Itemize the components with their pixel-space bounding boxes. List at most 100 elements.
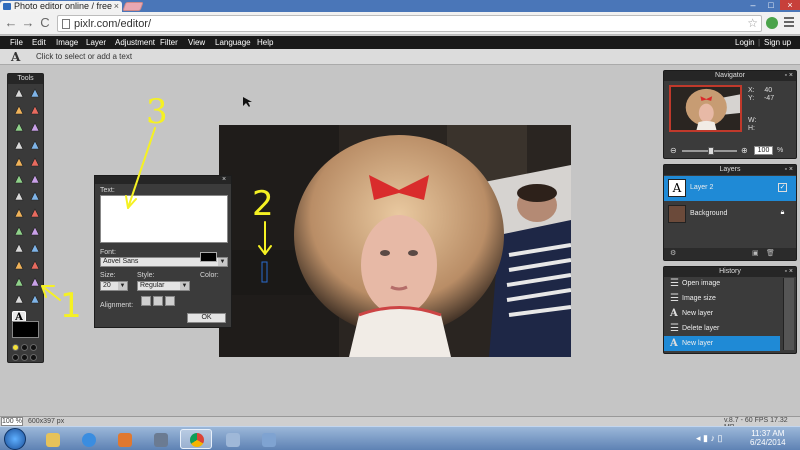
eraser-icon[interactable] [28,139,42,152]
dialog-title-bar[interactable] [95,176,231,184]
taskbar-media[interactable] [108,429,140,449]
image-canvas[interactable] [219,125,571,357]
move-icon[interactable] [28,87,42,100]
annotation-1: 1 [60,286,82,326]
marquee-icon[interactable] [12,104,26,117]
clock[interactable]: 11:37 AM 6/24/2014 [750,429,786,447]
new-tab-button[interactable] [122,2,144,11]
history-item[interactable]: ☰ Image size [664,291,780,306]
color-presets[interactable] [12,342,42,351]
start-button[interactable] [4,428,26,450]
align-right-button[interactable] [165,296,175,306]
burn-icon[interactable] [12,259,26,272]
tray-icons[interactable]: ◂ ▮ ♪ ▯ [696,433,722,444]
menu-language[interactable]: Language [215,38,251,47]
tab-close-icon[interactable]: × [114,1,119,12]
lock-icon[interactable]: 🔒︎ [778,209,787,218]
history-item[interactable]: ☰ Open image [664,276,780,291]
ok-button[interactable]: OK [187,313,226,323]
layer-visibility-checkbox[interactable]: ✓ [778,183,787,192]
history-item-selected[interactable]: A New layer [664,336,780,351]
align-center-button[interactable] [153,296,163,306]
gradient-icon[interactable] [28,156,42,169]
brush-icon[interactable] [12,139,26,152]
bookmark-star-icon[interactable]: ☆ [747,16,758,30]
zoom-slider-knob[interactable] [708,147,714,155]
menu-edit[interactable]: Edit [32,38,46,47]
url-bar[interactable]: pixlr.com/editor/ ☆ [57,15,762,32]
menu-help[interactable]: Help [257,38,273,47]
new-layer-icon[interactable]: ▣ [752,249,759,257]
pinch-icon[interactable] [12,207,26,220]
chrome-menu-icon[interactable] [784,17,794,27]
minimize-button[interactable]: – [744,0,762,10]
text-input[interactable] [100,195,228,243]
close-window-button[interactable]: × [780,0,800,10]
history-scrollbar[interactable] [783,278,794,350]
zoom-out-icon[interactable]: ⊖ [670,146,677,155]
taskbar-chrome[interactable] [180,429,212,449]
zoom-input[interactable]: 100 [754,146,773,155]
menu-image[interactable]: Image [56,38,78,47]
menu-adjustment[interactable]: Adjustment [115,38,155,47]
reload-button[interactable]: C [38,16,52,30]
status-zoom-field[interactable]: 100 % [1,417,23,426]
taskbar-app[interactable] [144,429,176,449]
taskbar-paint[interactable] [252,429,284,449]
color-replace-icon[interactable] [28,173,42,186]
history-item[interactable]: ☰ Delete layer [664,321,780,336]
menu-view[interactable]: View [188,38,205,47]
smudge-icon[interactable] [28,225,42,238]
browser-tab[interactable]: Photo editor online / free × [0,1,122,12]
panel-window-icons[interactable]: ▫ × [784,268,793,275]
crop-icon[interactable] [12,87,26,100]
style-select[interactable]: Regular ▼ [137,281,190,291]
menu-file[interactable]: File [10,38,23,47]
layer-row-layer-2[interactable]: A Layer 2 ✓ [664,176,796,201]
foreground-color-swatch[interactable] [12,321,39,338]
picker-icon[interactable] [28,293,42,306]
zoom-slider[interactable] [682,147,737,155]
panel-window-icons[interactable]: ▫ × [784,166,793,173]
folder-icon [46,433,60,447]
layer-settings-icon[interactable]: ⚙︎ [670,249,676,257]
back-button[interactable]: ← [4,16,18,30]
align-left-button[interactable] [141,296,151,306]
zoom-icon[interactable] [12,293,26,306]
color-presets-2[interactable] [12,352,42,361]
menu-filter[interactable]: Filter [160,38,178,47]
sharpen-icon[interactable] [28,207,42,220]
lasso-icon[interactable] [28,104,42,117]
navigator-thumbnail[interactable] [669,85,742,132]
layer-row-background[interactable]: Background 🔒︎ [664,202,796,227]
login-link[interactable]: Login [735,38,755,47]
delete-layer-icon[interactable]: 🗑︎ [766,249,775,257]
hand-icon[interactable] [28,276,42,289]
extension-icon[interactable] [766,17,778,29]
history-item[interactable]: A New layer [664,306,780,321]
dialog-close-icon[interactable]: × [222,176,226,183]
zoom-in-icon[interactable]: ⊕ [741,146,748,155]
pencil-icon[interactable] [28,121,42,134]
taskbar-explorer[interactable] [36,429,68,449]
menu-layer[interactable]: Layer [86,38,106,47]
tools-panel: Tools A [7,73,44,363]
bloat-icon[interactable] [28,190,42,203]
stamp-icon[interactable] [12,173,26,186]
size-select[interactable]: 20 ▼ [100,281,128,291]
spot-heal-icon[interactable] [12,276,26,289]
taskbar-ie[interactable] [72,429,104,449]
signup-link[interactable]: Sign up [764,38,791,47]
forward-button[interactable]: → [21,16,35,30]
drawing-icon[interactable] [12,190,26,203]
taskbar-pen-app[interactable] [216,429,248,449]
panel-window-icons[interactable]: ▫ × [784,72,793,79]
red-eye-icon[interactable] [28,259,42,272]
wand-icon[interactable] [12,121,26,134]
bucket-icon[interactable] [12,156,26,169]
sponge-icon[interactable] [12,242,26,255]
text-color-swatch[interactable] [200,252,217,262]
dodge-icon[interactable] [28,242,42,255]
maximize-button[interactable]: □ [762,0,780,10]
blur-icon[interactable] [12,225,26,238]
